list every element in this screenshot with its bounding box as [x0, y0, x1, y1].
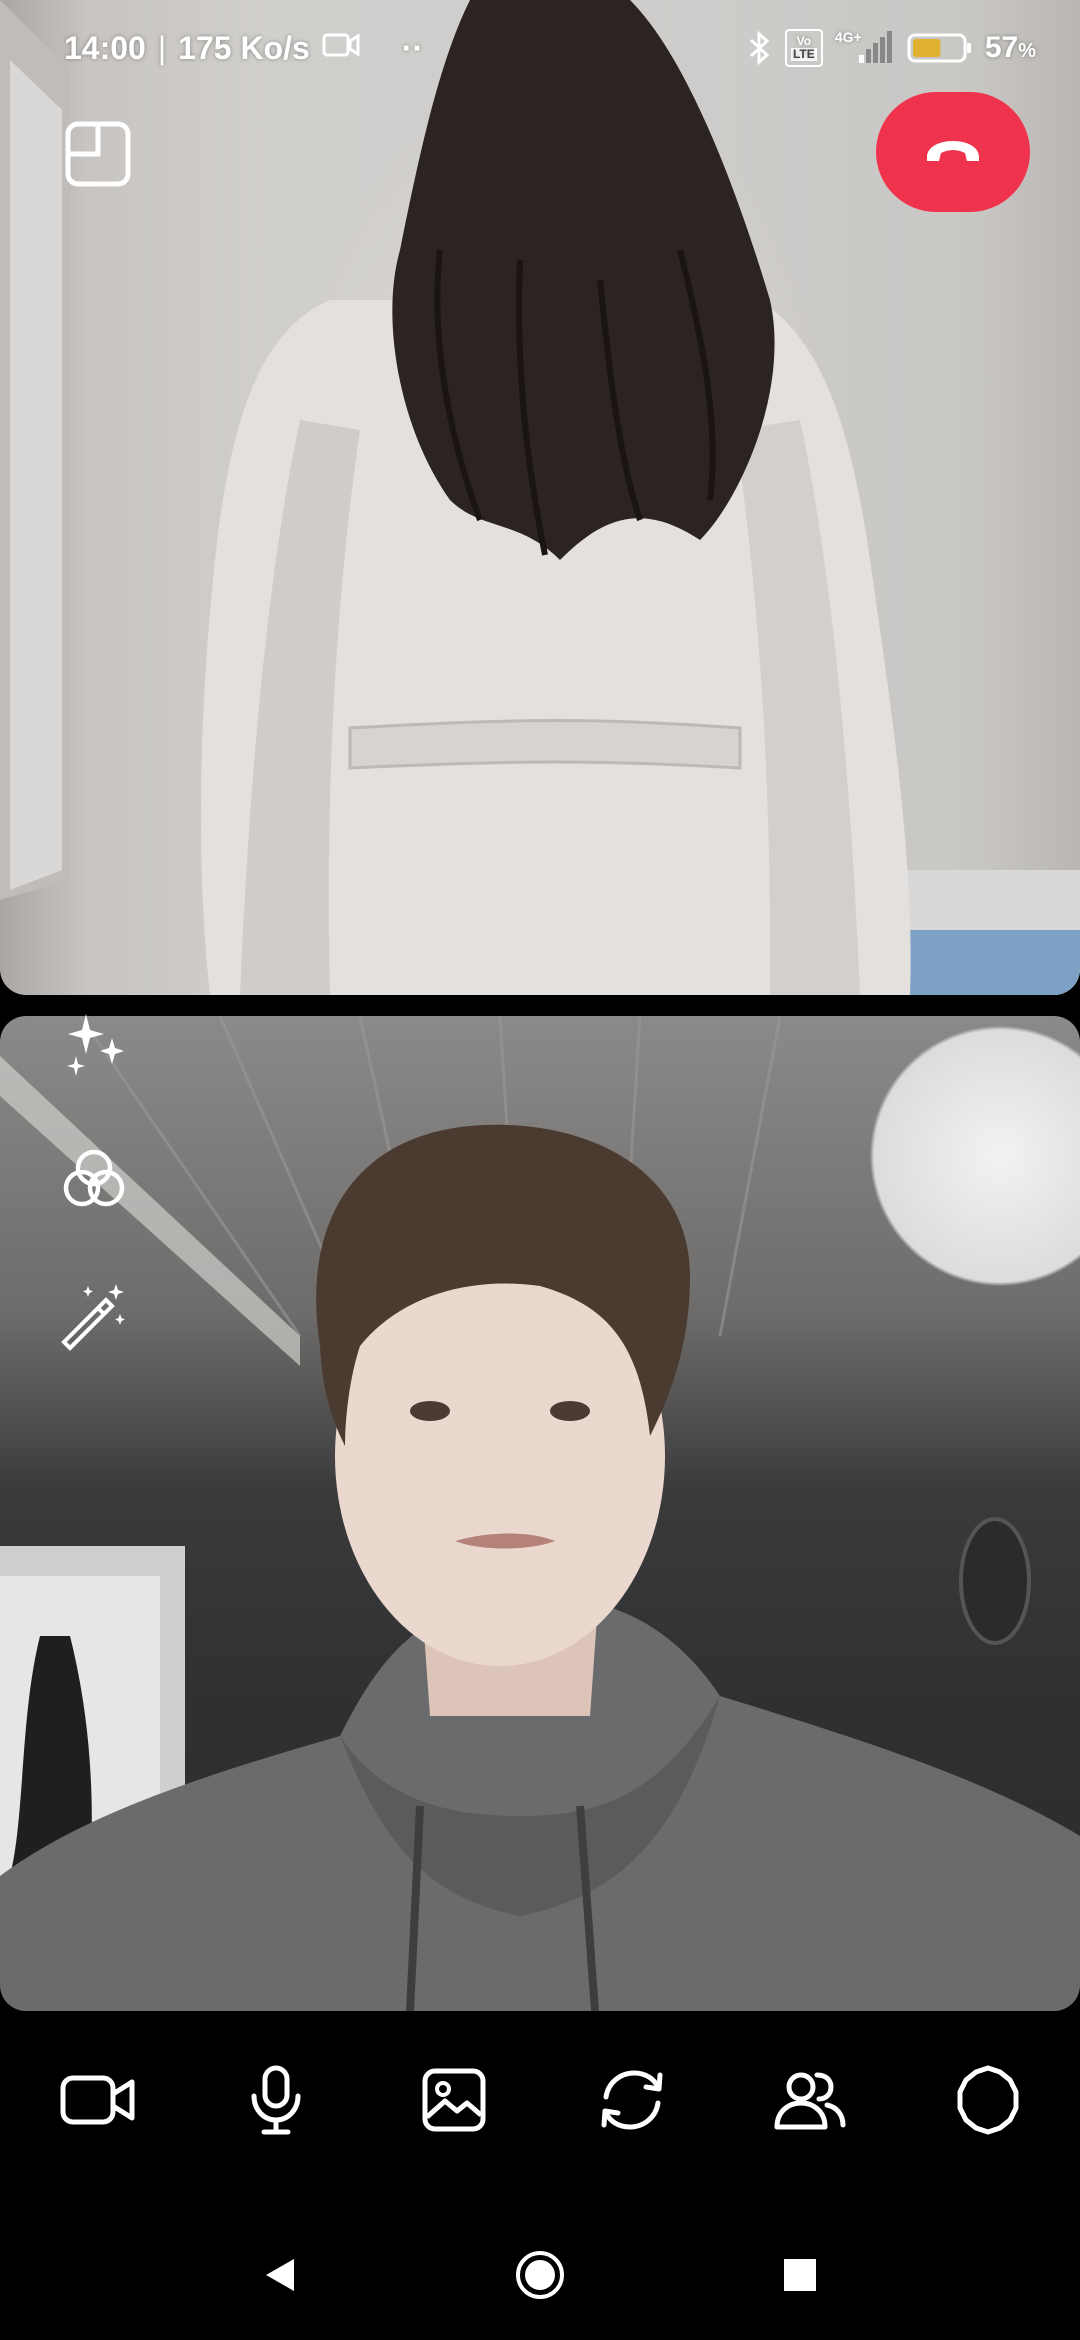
call-controls	[0, 2060, 1080, 2140]
effects-sparkle-icon	[67, 1014, 124, 1076]
microphone-icon	[251, 2065, 301, 2135]
battery-percent: 57	[984, 31, 1019, 64]
camera-icon	[60, 2075, 135, 2125]
status-time: 14:00	[64, 29, 146, 66]
net-speed: 175 Ko/s	[178, 29, 310, 66]
status-separator: |	[157, 29, 167, 66]
nav-home-button[interactable]	[510, 2245, 570, 2305]
nav-recents-button[interactable]	[770, 2245, 830, 2305]
picture-in-picture-icon	[65, 121, 131, 187]
effects-sparkle-button[interactable]	[56, 1006, 132, 1082]
picture-in-picture-button[interactable]	[62, 118, 134, 190]
battery-unit: %	[1018, 40, 1036, 62]
status-left: 14:00 | 175 Ko/s ··	[64, 30, 423, 67]
status-right: Vo LTE 4G+ 57%	[745, 29, 1036, 67]
participants-icon	[774, 2072, 846, 2130]
battery-percent-group: 57%	[985, 31, 1036, 65]
bluetooth-icon	[745, 31, 773, 65]
more-indicator: ··	[401, 29, 424, 66]
filters-button[interactable]	[56, 1142, 132, 1218]
share-image-button[interactable]	[414, 2060, 494, 2140]
flip-camera-icon	[601, 2070, 663, 2130]
signal-icon: 4G+	[835, 29, 895, 65]
filters-icon	[63, 1149, 125, 1207]
screen-record-icon	[322, 30, 360, 67]
volte-bottom: LTE	[790, 47, 817, 61]
hang-up-icon	[927, 141, 979, 161]
camera-toggle-button[interactable]	[58, 2060, 138, 2140]
nav-back-button[interactable]	[250, 2245, 310, 2305]
settings-icon	[957, 2065, 1019, 2135]
settings-button[interactable]	[948, 2060, 1028, 2140]
magic-wand-icon	[61, 1284, 125, 1351]
home-icon	[516, 2251, 564, 2299]
self-view-tile[interactable]	[0, 1016, 1080, 2011]
status-bar: 14:00 | 175 Ko/s ·· Vo LTE 4G+ 57%	[0, 0, 1080, 96]
microphone-toggle-button[interactable]	[236, 2060, 316, 2140]
side-tools	[56, 1006, 132, 1354]
system-nav-bar	[0, 2230, 1080, 2320]
participants-button[interactable]	[770, 2060, 850, 2140]
magic-wand-button[interactable]	[56, 1278, 132, 1354]
volte-icon: Vo LTE	[784, 29, 823, 67]
image-icon	[422, 2068, 486, 2132]
flip-camera-button[interactable]	[592, 2060, 672, 2140]
recents-icon	[784, 2259, 816, 2291]
end-call-button[interactable]	[876, 92, 1030, 212]
self-view-frame	[0, 1016, 1080, 2011]
back-icon	[266, 2259, 294, 2291]
battery-icon	[907, 32, 973, 64]
video-call-screen: 14:00 | 175 Ko/s ·· Vo LTE 4G+ 57%	[0, 0, 1080, 2340]
